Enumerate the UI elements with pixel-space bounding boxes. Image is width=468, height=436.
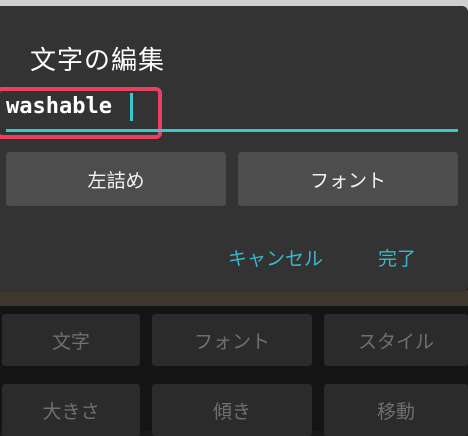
background-image-strip xyxy=(0,290,468,306)
dialog-title: 文字の編集 xyxy=(30,46,166,76)
input-underline xyxy=(6,129,458,132)
tool-style-button[interactable]: スタイル xyxy=(324,314,468,366)
tool-tilt-button[interactable]: 傾き xyxy=(152,384,312,436)
tool-move-label: 移動 xyxy=(376,400,415,423)
left-align-button[interactable]: 左詰め xyxy=(6,152,226,206)
tool-text-button[interactable]: 文字 xyxy=(2,314,140,366)
tool-size-button[interactable]: 大きさ xyxy=(2,384,140,436)
tool-size-label: 大きさ xyxy=(42,400,100,423)
font-label: フォント xyxy=(309,169,386,192)
tool-tilt-label: 傾き xyxy=(212,400,251,423)
done-button[interactable]: 完了 xyxy=(378,244,416,271)
tool-font-button[interactable]: フォント xyxy=(152,314,312,366)
text-input-field[interactable]: washable xyxy=(0,86,468,148)
edit-text-dialog: 文字の編集 washable 左詰め フォント キャンセル 完了 xyxy=(0,6,468,292)
cancel-button[interactable]: キャンセル xyxy=(228,244,323,271)
tool-font-label: フォント xyxy=(193,330,270,353)
tool-text-label: 文字 xyxy=(51,330,90,353)
tool-style-label: スタイル xyxy=(357,330,434,353)
font-button[interactable]: フォント xyxy=(238,152,458,206)
left-align-label: 左詰め xyxy=(87,169,145,192)
tool-move-button[interactable]: 移動 xyxy=(324,384,468,436)
